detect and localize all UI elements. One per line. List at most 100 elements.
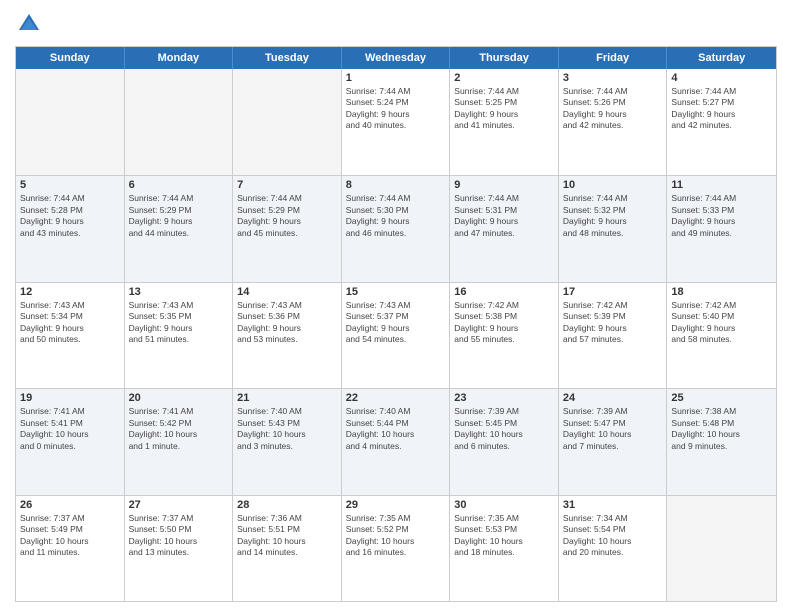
day-number: 3 (563, 72, 663, 84)
cell-line: Sunrise: 7:44 AM (671, 86, 772, 97)
cell-line: and 46 minutes. (346, 228, 446, 239)
cell-line: Daylight: 9 hours (346, 109, 446, 120)
day-number: 22 (346, 392, 446, 404)
day-number: 14 (237, 286, 337, 298)
header-day: Thursday (450, 47, 559, 69)
day-number: 16 (454, 286, 554, 298)
cell-line: Sunrise: 7:34 AM (563, 513, 663, 524)
cell-line: Sunrise: 7:40 AM (237, 406, 337, 417)
calendar-cell: 7Sunrise: 7:44 AMSunset: 5:29 PMDaylight… (233, 176, 342, 281)
calendar-cell (125, 69, 234, 175)
cell-line: Sunset: 5:35 PM (129, 311, 229, 322)
cell-line: Sunrise: 7:44 AM (563, 86, 663, 97)
cell-line: Daylight: 9 hours (20, 216, 120, 227)
cell-line: Sunset: 5:48 PM (671, 418, 772, 429)
cell-line: Sunset: 5:42 PM (129, 418, 229, 429)
header-day: Wednesday (342, 47, 451, 69)
cell-line: Sunrise: 7:44 AM (454, 86, 554, 97)
day-number: 2 (454, 72, 554, 84)
cell-line: Sunset: 5:41 PM (20, 418, 120, 429)
cell-line: Daylight: 9 hours (563, 216, 663, 227)
cell-line: Sunset: 5:25 PM (454, 97, 554, 108)
cell-line: Daylight: 10 hours (454, 429, 554, 440)
day-number: 19 (20, 392, 120, 404)
day-number: 28 (237, 499, 337, 511)
calendar-cell: 15Sunrise: 7:43 AMSunset: 5:37 PMDayligh… (342, 283, 451, 388)
cell-line: Sunrise: 7:43 AM (346, 300, 446, 311)
cell-line: Sunrise: 7:42 AM (563, 300, 663, 311)
day-number: 12 (20, 286, 120, 298)
day-number: 1 (346, 72, 446, 84)
calendar-cell: 1Sunrise: 7:44 AMSunset: 5:24 PMDaylight… (342, 69, 451, 175)
calendar-cell: 21Sunrise: 7:40 AMSunset: 5:43 PMDayligh… (233, 389, 342, 494)
cell-line: Sunset: 5:44 PM (346, 418, 446, 429)
cell-line: Sunset: 5:38 PM (454, 311, 554, 322)
cell-line: Sunrise: 7:39 AM (563, 406, 663, 417)
cell-line: and 57 minutes. (563, 334, 663, 345)
day-number: 18 (671, 286, 772, 298)
day-number: 5 (20, 179, 120, 191)
cell-line: Sunrise: 7:44 AM (129, 193, 229, 204)
cell-line: and 43 minutes. (20, 228, 120, 239)
cell-line: and 4 minutes. (346, 441, 446, 452)
day-number: 8 (346, 179, 446, 191)
cell-line: Sunset: 5:26 PM (563, 97, 663, 108)
cell-line: Daylight: 10 hours (346, 536, 446, 547)
cell-line: Daylight: 9 hours (671, 216, 772, 227)
calendar-row: 26Sunrise: 7:37 AMSunset: 5:49 PMDayligh… (16, 495, 776, 601)
cell-line: Sunset: 5:43 PM (237, 418, 337, 429)
calendar-cell: 17Sunrise: 7:42 AMSunset: 5:39 PMDayligh… (559, 283, 668, 388)
cell-line: and 49 minutes. (671, 228, 772, 239)
calendar-cell: 31Sunrise: 7:34 AMSunset: 5:54 PMDayligh… (559, 496, 668, 601)
cell-line: Sunset: 5:45 PM (454, 418, 554, 429)
cell-line: Daylight: 9 hours (563, 323, 663, 334)
cell-line: Sunset: 5:33 PM (671, 205, 772, 216)
cell-line: Sunrise: 7:41 AM (129, 406, 229, 417)
cell-line: and 41 minutes. (454, 120, 554, 131)
day-number: 10 (563, 179, 663, 191)
cell-line: and 14 minutes. (237, 547, 337, 558)
cell-line: Sunset: 5:54 PM (563, 524, 663, 535)
calendar-body: 1Sunrise: 7:44 AMSunset: 5:24 PMDaylight… (16, 69, 776, 601)
cell-line: Daylight: 9 hours (237, 323, 337, 334)
cell-line: Sunset: 5:24 PM (346, 97, 446, 108)
cell-line: Sunset: 5:37 PM (346, 311, 446, 322)
cell-line: Sunset: 5:40 PM (671, 311, 772, 322)
cell-line: and 18 minutes. (454, 547, 554, 558)
calendar-row: 1Sunrise: 7:44 AMSunset: 5:24 PMDaylight… (16, 69, 776, 175)
cell-line: Sunset: 5:31 PM (454, 205, 554, 216)
day-number: 31 (563, 499, 663, 511)
day-number: 7 (237, 179, 337, 191)
cell-line: Sunrise: 7:44 AM (671, 193, 772, 204)
header-day: Monday (125, 47, 234, 69)
cell-line: Sunrise: 7:44 AM (454, 193, 554, 204)
calendar-cell: 6Sunrise: 7:44 AMSunset: 5:29 PMDaylight… (125, 176, 234, 281)
day-number: 21 (237, 392, 337, 404)
header-day: Saturday (667, 47, 776, 69)
cell-line: and 16 minutes. (346, 547, 446, 558)
cell-line: Sunset: 5:52 PM (346, 524, 446, 535)
header-day: Friday (559, 47, 668, 69)
cell-line: Daylight: 9 hours (129, 323, 229, 334)
cell-line: Daylight: 9 hours (454, 216, 554, 227)
cell-line: Sunrise: 7:35 AM (454, 513, 554, 524)
cell-line: Daylight: 10 hours (563, 429, 663, 440)
cell-line: Daylight: 9 hours (671, 109, 772, 120)
cell-line: Daylight: 9 hours (346, 323, 446, 334)
calendar-header: SundayMondayTuesdayWednesdayThursdayFrid… (16, 47, 776, 69)
cell-line: Sunrise: 7:44 AM (20, 193, 120, 204)
cell-line: Sunrise: 7:44 AM (346, 193, 446, 204)
cell-line: and 20 minutes. (563, 547, 663, 558)
day-number: 13 (129, 286, 229, 298)
cell-line: Daylight: 9 hours (129, 216, 229, 227)
cell-line: Daylight: 9 hours (237, 216, 337, 227)
cell-line: and 50 minutes. (20, 334, 120, 345)
cell-line: Sunrise: 7:35 AM (346, 513, 446, 524)
calendar-cell: 28Sunrise: 7:36 AMSunset: 5:51 PMDayligh… (233, 496, 342, 601)
day-number: 17 (563, 286, 663, 298)
calendar-cell: 9Sunrise: 7:44 AMSunset: 5:31 PMDaylight… (450, 176, 559, 281)
day-number: 20 (129, 392, 229, 404)
cell-line: and 6 minutes. (454, 441, 554, 452)
day-number: 29 (346, 499, 446, 511)
day-number: 27 (129, 499, 229, 511)
